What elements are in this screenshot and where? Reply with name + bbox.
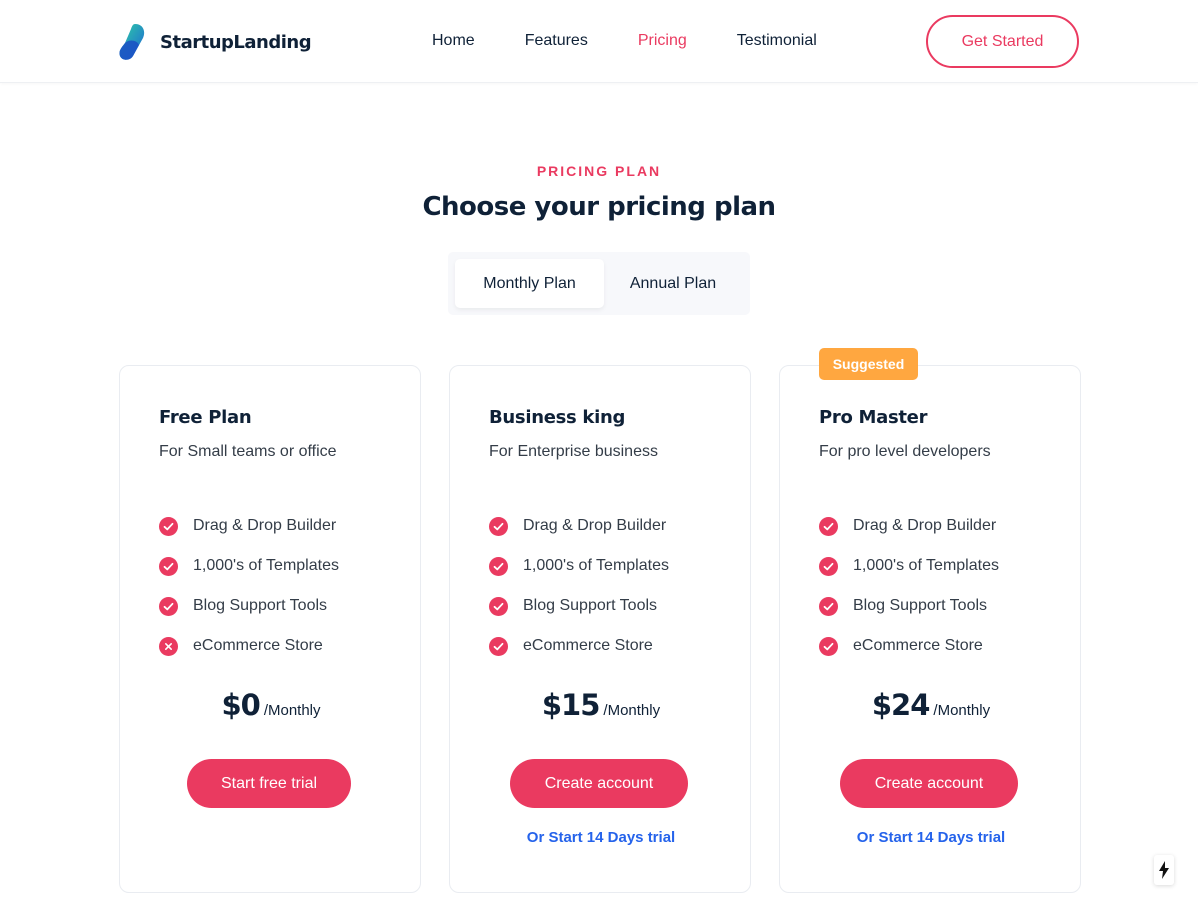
plan-subtitle: For pro level developers (819, 443, 991, 460)
plan-name: Pro Master (819, 407, 928, 428)
price-amount: $0 (221, 688, 260, 722)
create-account-button[interactable]: Create account (510, 759, 688, 808)
check-circle-icon (819, 516, 838, 536)
feature-item: eCommerce Store (819, 626, 999, 666)
plan-subtitle: For Enterprise business (489, 443, 658, 460)
site-header: StartupLanding Home Features Pricing Tes… (0, 0, 1198, 83)
feature-label: Drag & Drop Builder (853, 517, 997, 534)
feature-item: 1,000's of Templates (489, 546, 669, 586)
feature-item: 1,000's of Templates (159, 546, 339, 586)
lightning-bolt-icon (1159, 861, 1169, 879)
price-period: /Monthly (263, 702, 321, 719)
price-amount: $15 (541, 688, 601, 722)
main-nav: Home Features Pricing Testimonial (432, 31, 867, 51)
feature-label: Blog Support Tools (853, 597, 988, 614)
lightning-bolt-button[interactable] (1154, 855, 1174, 885)
brand-name: StartupLanding (160, 31, 312, 53)
start-trial-link[interactable]: Or Start 14 Days trial (780, 829, 1082, 846)
feature-label: Drag & Drop Builder (193, 517, 337, 534)
plan-price: $0/Monthly (120, 688, 422, 722)
feature-list: Drag & Drop Builder 1,000's of Templates… (159, 506, 339, 666)
feature-item: Drag & Drop Builder (489, 506, 669, 546)
plan-price: $15/Monthly (450, 688, 752, 722)
plan-toggle: Monthly Plan Annual Plan (448, 252, 750, 315)
price-period: /Monthly (603, 702, 661, 719)
feature-item: Drag & Drop Builder (159, 506, 339, 546)
check-circle-icon (489, 516, 508, 536)
nav-testimonial[interactable]: Testimonial (737, 31, 817, 51)
pricing-card-business: Business king For Enterprise business Dr… (449, 365, 751, 893)
section-eyebrow: PRICING PLAN (536, 163, 662, 179)
start-free-trial-button[interactable]: Start free trial (187, 759, 351, 808)
price-period: /Monthly (933, 702, 991, 719)
monthly-plan-tab[interactable]: Monthly Plan (455, 259, 604, 308)
start-trial-link[interactable]: Or Start 14 Days trial (450, 829, 752, 846)
feature-label: 1,000's of Templates (853, 557, 999, 574)
feature-label: Blog Support Tools (193, 597, 328, 614)
check-circle-icon (819, 636, 838, 656)
plan-price: $24/Monthly (780, 688, 1082, 722)
check-circle-icon (159, 556, 178, 576)
logo-mark-icon (119, 24, 145, 60)
feature-list: Drag & Drop Builder 1,000's of Templates… (489, 506, 669, 666)
feature-item: 1,000's of Templates (819, 546, 999, 586)
suggested-badge: Suggested (819, 348, 918, 380)
plan-subtitle: For Small teams or office (159, 443, 337, 460)
price-amount: $24 (871, 688, 931, 722)
feature-label: 1,000's of Templates (523, 557, 669, 574)
feature-item: eCommerce Store (159, 626, 339, 666)
plan-name: Business king (489, 407, 626, 428)
create-account-button[interactable]: Create account (840, 759, 1018, 808)
check-circle-icon (159, 596, 178, 616)
brand-logo[interactable]: StartupLanding (119, 23, 312, 61)
feature-label: eCommerce Store (853, 637, 983, 654)
feature-item: Blog Support Tools (159, 586, 339, 626)
feature-item: Drag & Drop Builder (819, 506, 999, 546)
feature-label: Blog Support Tools (523, 597, 658, 614)
plan-name: Free Plan (159, 407, 252, 428)
feature-item: eCommerce Store (489, 626, 669, 666)
feature-list: Drag & Drop Builder 1,000's of Templates… (819, 506, 999, 666)
section-title: Choose your pricing plan (422, 192, 776, 222)
pricing-card-free: Free Plan For Small teams or office Drag… (119, 365, 421, 893)
feature-label: 1,000's of Templates (193, 557, 339, 574)
check-circle-icon (489, 636, 508, 656)
nav-pricing[interactable]: Pricing (638, 31, 687, 51)
check-circle-icon (819, 556, 838, 576)
feature-label: eCommerce Store (523, 637, 653, 654)
feature-item: Blog Support Tools (819, 586, 999, 626)
feature-item: Blog Support Tools (489, 586, 669, 626)
annual-plan-tab[interactable]: Annual Plan (608, 259, 738, 308)
get-started-button[interactable]: Get Started (926, 15, 1079, 68)
nav-home[interactable]: Home (432, 31, 475, 51)
pricing-card-pro: Pro Master For pro level developers Drag… (779, 365, 1081, 893)
check-circle-icon (819, 596, 838, 616)
nav-features[interactable]: Features (525, 31, 588, 51)
feature-label: eCommerce Store (193, 637, 323, 654)
check-circle-icon (489, 556, 508, 576)
x-circle-icon (159, 636, 178, 656)
check-circle-icon (489, 596, 508, 616)
check-circle-icon (159, 516, 178, 536)
feature-label: Drag & Drop Builder (523, 517, 667, 534)
